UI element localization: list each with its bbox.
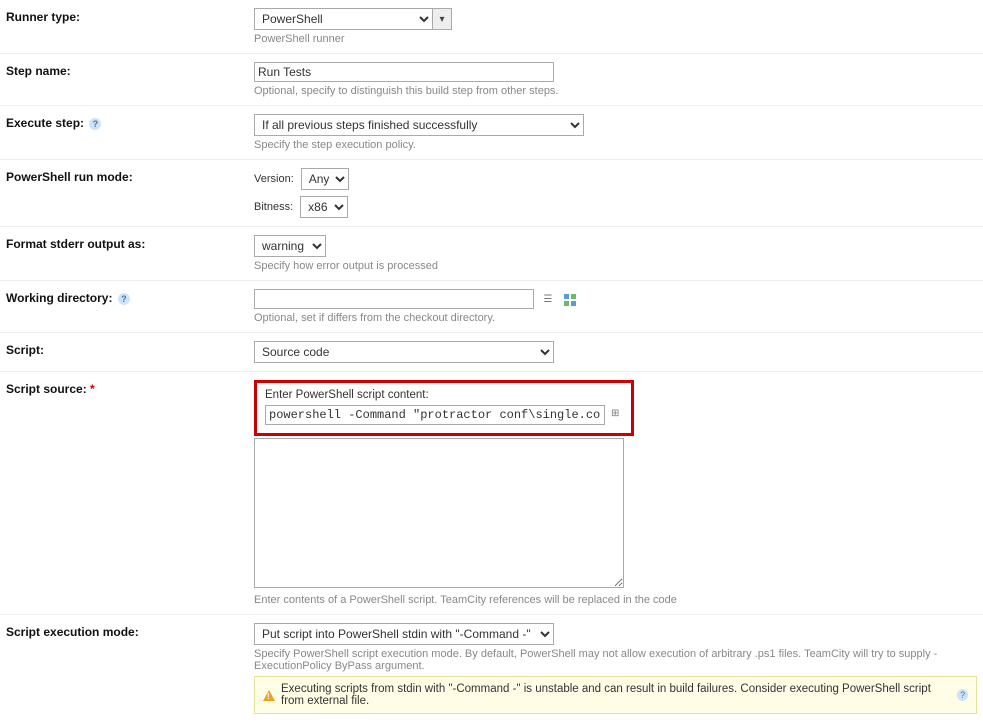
execute-step-label: Execute step: bbox=[6, 116, 84, 130]
script-source-hint: Enter contents of a PowerShell script. T… bbox=[254, 594, 977, 606]
runner-type-dropdown-arrow[interactable]: ▾ bbox=[432, 8, 452, 30]
help-icon[interactable]: ? bbox=[89, 118, 101, 130]
step-name-input[interactable] bbox=[254, 62, 554, 82]
script-content-prompt: Enter PowerShell script content: bbox=[265, 389, 623, 401]
exec-mode-label: Script execution mode: bbox=[6, 623, 254, 639]
bitness-select[interactable]: x86 bbox=[300, 196, 348, 218]
stderr-hint: Specify how error output is processed bbox=[254, 260, 977, 272]
help-icon[interactable]: ? bbox=[118, 293, 130, 305]
version-select[interactable]: Any bbox=[301, 168, 349, 190]
exec-mode-warning-text: Executing scripts from stdin with "-Comm… bbox=[281, 683, 949, 707]
tree-picker-icon[interactable] bbox=[563, 293, 577, 307]
version-sublabel: Version: bbox=[254, 173, 294, 185]
script-content-line-input[interactable] bbox=[265, 405, 605, 425]
execute-step-hint: Specify the step execution policy. bbox=[254, 139, 977, 151]
working-dir-hint: Optional, set if differs from the checko… bbox=[254, 312, 977, 324]
runner-type-label: Runner type: bbox=[6, 8, 254, 24]
script-select[interactable]: Source code bbox=[254, 341, 554, 363]
execute-step-select[interactable]: If all previous steps finished successfu… bbox=[254, 114, 584, 136]
working-dir-input[interactable] bbox=[254, 289, 534, 309]
script-source-highlight: Enter PowerShell script content: ⊞ bbox=[254, 380, 634, 436]
stderr-select[interactable]: warning bbox=[254, 235, 326, 257]
warning-icon bbox=[263, 690, 275, 701]
step-name-hint: Optional, specify to distinguish this bu… bbox=[254, 85, 977, 97]
run-mode-label: PowerShell run mode: bbox=[6, 168, 254, 184]
runner-type-select[interactable]: PowerShell bbox=[254, 8, 432, 30]
exec-mode-select[interactable]: Put script into PowerShell stdin with "-… bbox=[254, 623, 554, 645]
step-name-label: Step name: bbox=[6, 62, 254, 78]
help-icon[interactable]: ? bbox=[957, 689, 968, 701]
list-icon[interactable]: ☰ bbox=[543, 294, 555, 306]
stderr-label: Format stderr output as: bbox=[6, 235, 254, 251]
script-source-label: Script source: bbox=[6, 382, 87, 396]
exec-mode-hint: Specify PowerShell script execution mode… bbox=[254, 648, 977, 672]
exec-mode-warning: Executing scripts from stdin with "-Comm… bbox=[254, 676, 977, 714]
bitness-sublabel: Bitness: bbox=[254, 201, 293, 213]
required-marker: * bbox=[90, 382, 95, 396]
script-label: Script: bbox=[6, 341, 254, 357]
working-dir-label: Working directory: bbox=[6, 291, 112, 305]
expand-icon[interactable]: ⊞ bbox=[611, 408, 623, 420]
script-content-textarea[interactable] bbox=[254, 438, 624, 588]
runner-type-hint: PowerShell runner bbox=[254, 33, 977, 45]
